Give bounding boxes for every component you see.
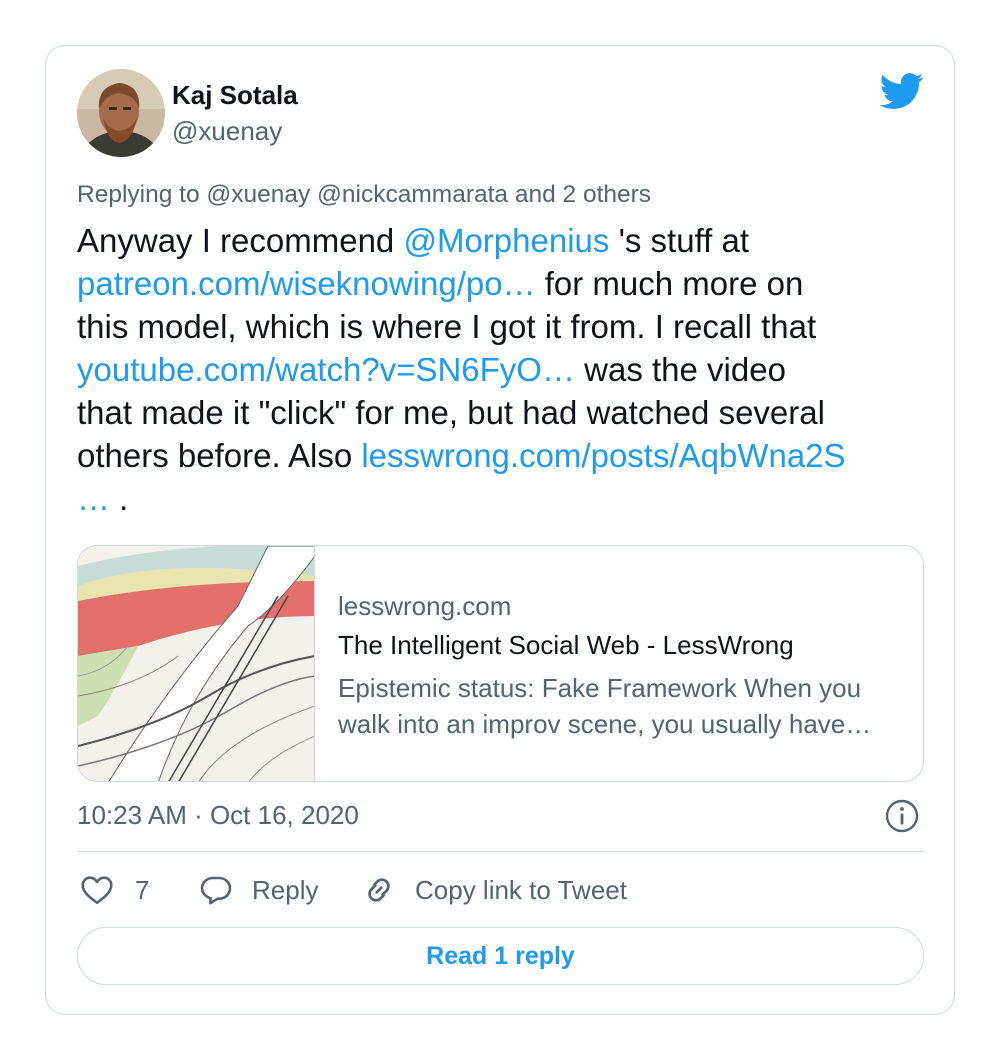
- link-preview-thumbnail: [78, 546, 315, 781]
- heart-icon: [79, 872, 115, 908]
- tweet-text-line: that made it "click" for me, but had wat…: [77, 391, 937, 434]
- tweet-text-line: others before. Also lesswrong.com/posts/…: [77, 434, 937, 477]
- tweet-text-segment: Anyway I recommend: [77, 222, 404, 259]
- tweet-text-segment: was the video: [574, 351, 786, 388]
- twitter-bird-icon[interactable]: [880, 73, 924, 110]
- link-preview-title: The Intelligent Social Web - LessWrong: [338, 630, 794, 660]
- reply-label: Reply: [252, 874, 319, 905]
- reply-bubble-icon: [198, 872, 234, 908]
- author-display-name[interactable]: Kaj Sotala: [172, 80, 298, 111]
- tweet-link[interactable]: lesswrong.com/posts/AqbWna2S: [361, 437, 845, 474]
- tweet-text-segment: 's stuff at: [609, 222, 749, 259]
- tweet-text-line: … .: [77, 477, 937, 520]
- author-handle[interactable]: @xuenay: [172, 116, 282, 147]
- tweet-text-segment: for much more on: [535, 265, 804, 302]
- tweet-text-line: patreon.com/wiseknowing/po… for much mor…: [77, 262, 937, 305]
- like-count: 7: [135, 874, 150, 905]
- info-icon[interactable]: [885, 799, 919, 833]
- tweet-text-line: this model, which is where I got it from…: [77, 305, 937, 348]
- tweet-card: Kaj Sotala @xuenay Replying to @xuenay @…: [45, 45, 955, 1015]
- divider: [77, 851, 924, 852]
- link-preview-card[interactable]: lesswrong.com The Intelligent Social Web…: [77, 545, 924, 782]
- tweet-text-segment: this model, which is where I got it from…: [77, 308, 817, 345]
- tweet-link[interactable]: patreon.com/wiseknowing/po…: [77, 265, 536, 302]
- copy-link-label: Copy link to Tweet: [415, 874, 627, 905]
- link-preview-description: Epistemic status: Fake Framework When yo…: [338, 670, 904, 742]
- copy-link-button[interactable]: Copy link to Tweet: [361, 870, 627, 910]
- author-avatar[interactable]: [77, 69, 165, 157]
- tweet-text-segment: that made it "click" for me, but had wat…: [77, 394, 825, 431]
- link-preview-description-line: walk into an improv scene, you usually h…: [338, 709, 872, 739]
- tweet-text: Anyway I recommend @Morphenius 's stuff …: [77, 219, 937, 520]
- tweet-text-segment: others before. Also: [77, 437, 362, 474]
- reply-button[interactable]: Reply: [198, 870, 318, 910]
- tweet-link[interactable]: @Morphenius: [403, 222, 609, 259]
- link-icon: [361, 872, 397, 908]
- like-button[interactable]: 7: [79, 870, 149, 910]
- tweet-link[interactable]: youtube.com/watch?v=SN6FyO…: [77, 351, 575, 388]
- avatar-image: [77, 69, 165, 157]
- tweet-link[interactable]: …: [77, 480, 110, 517]
- tweet-text-segment: .: [110, 480, 129, 517]
- link-preview-domain: lesswrong.com: [338, 591, 512, 621]
- read-replies-button[interactable]: Read 1 reply: [77, 927, 924, 985]
- tweet-text-line: youtube.com/watch?v=SN6FyO… was the vide…: [77, 348, 937, 391]
- tweet-timestamp[interactable]: 10:23 AM · Oct 16, 2020: [77, 800, 359, 831]
- link-preview-description-line: Epistemic status: Fake Framework When yo…: [338, 673, 862, 703]
- replying-to-text: Replying to @xuenay @nickcammarata and 2…: [77, 181, 652, 208]
- tweet-text-line: Anyway I recommend @Morphenius 's stuff …: [77, 219, 937, 262]
